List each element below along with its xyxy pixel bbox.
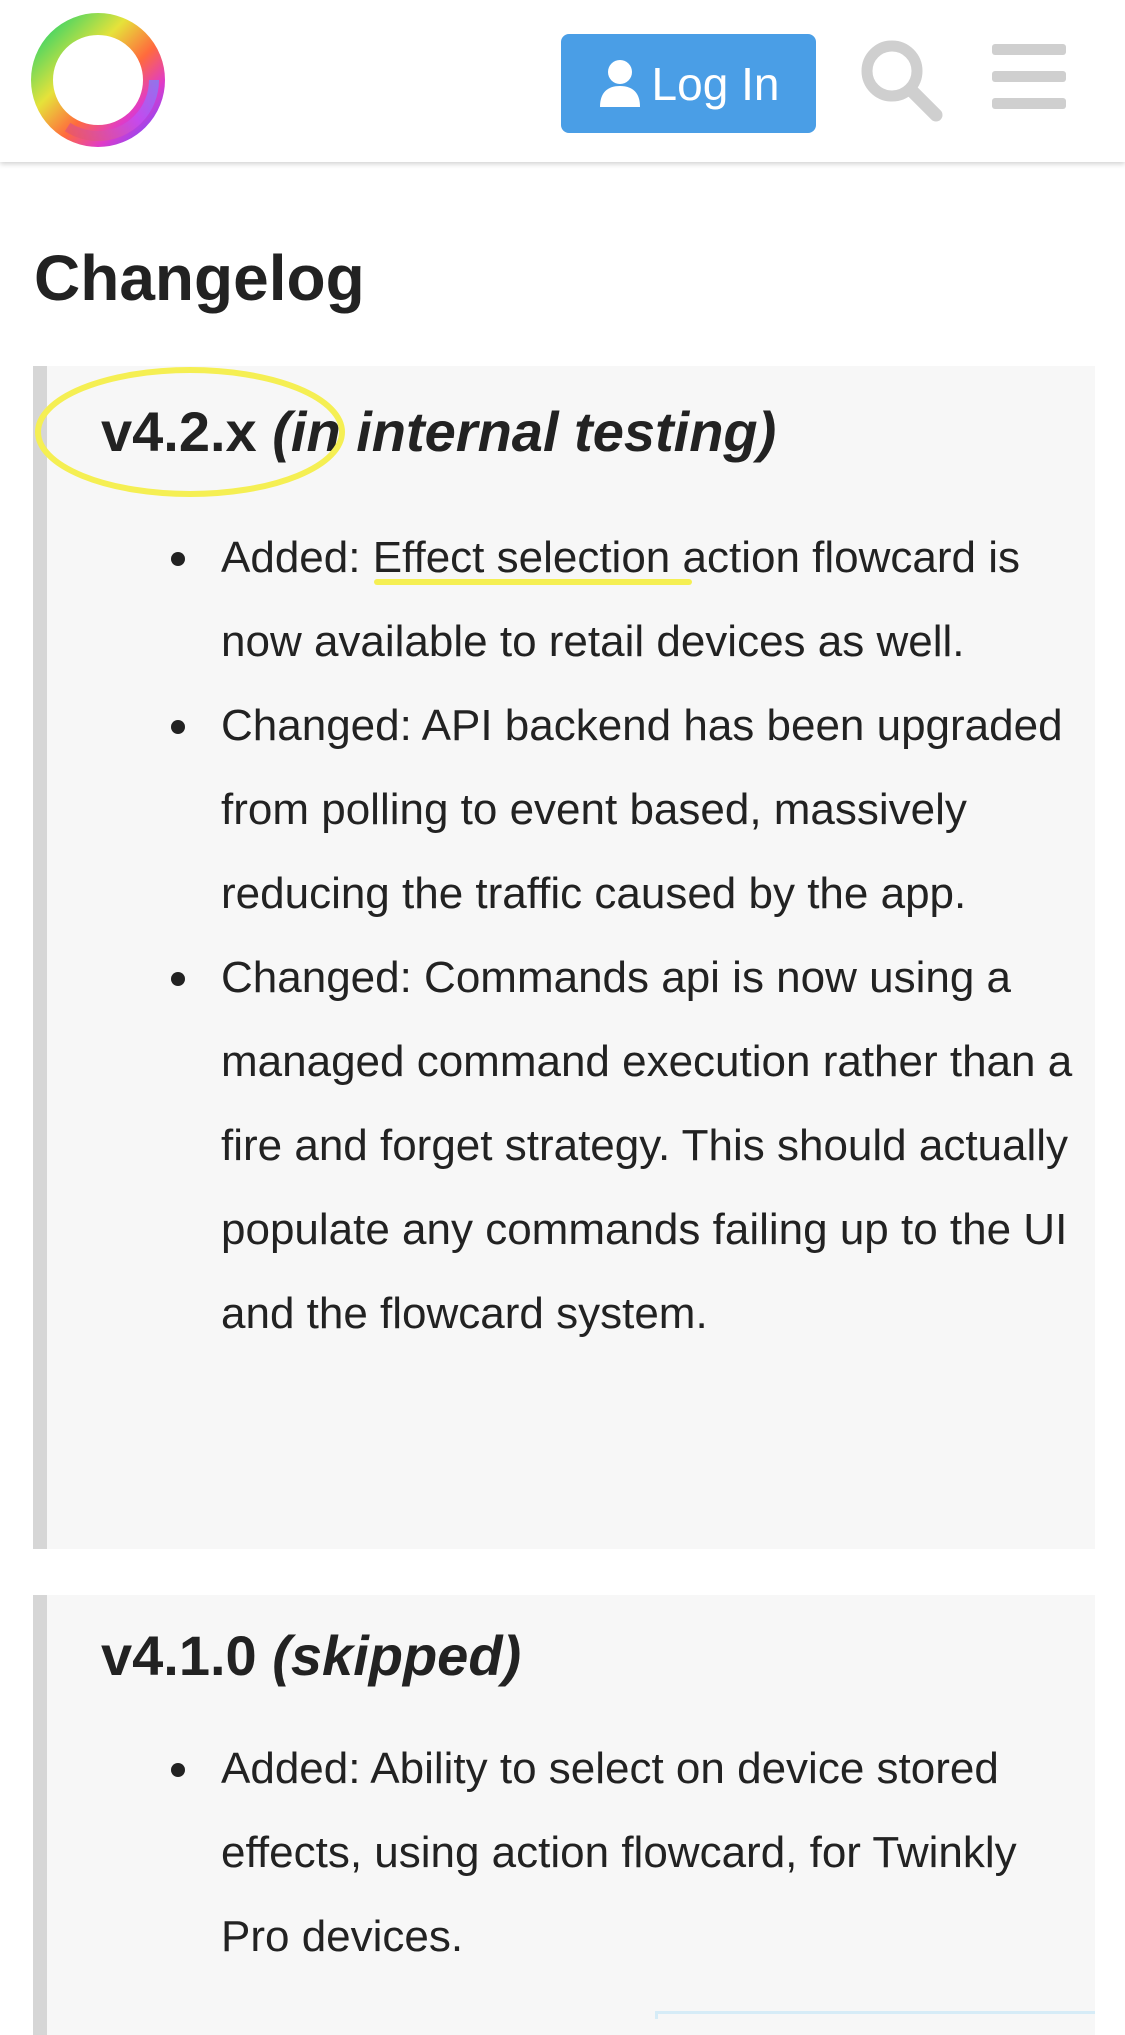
login-button[interactable]: Log In (561, 34, 816, 133)
search-icon[interactable] (858, 37, 944, 123)
user-icon (599, 59, 640, 107)
logo-icon[interactable] (30, 12, 166, 148)
version-status: (skipped) (272, 1624, 522, 1687)
list-item: Changed: API backend has been upgraded f… (171, 684, 1102, 936)
version-number: v4.1.0 (101, 1624, 257, 1687)
highlight-underline-annotation (374, 579, 692, 585)
change-list: Added: Ability to select on device store… (47, 1727, 1102, 1979)
cut-off-element (655, 2011, 1095, 2019)
page-title: Changelog (34, 242, 365, 314)
change-list: Added: Effect selection action flowcard … (47, 516, 1102, 1356)
hamburger-menu-icon[interactable] (992, 44, 1066, 110)
list-item: Added: Ability to select on device store… (171, 1727, 1102, 1979)
version-status: (in internal testing) (272, 400, 777, 463)
list-item: Added: Effect selection action flowcard … (171, 516, 1102, 684)
effect-selection-text: Effect selection (372, 533, 671, 582)
changelog-quote-block: v4.1.0 (skipped) Added: Ability to selec… (33, 1595, 1095, 2035)
highlight-circle-annotation (35, 367, 345, 497)
list-item: Changed: Commands api is now using a man… (171, 936, 1102, 1356)
changelog-quote-block: v4.2.x (in internal testing) Added: Effe… (33, 366, 1095, 1549)
version-heading: v4.1.0 (skipped) (101, 1621, 521, 1691)
site-header: Log In (0, 0, 1125, 162)
login-label: Log In (651, 57, 780, 110)
